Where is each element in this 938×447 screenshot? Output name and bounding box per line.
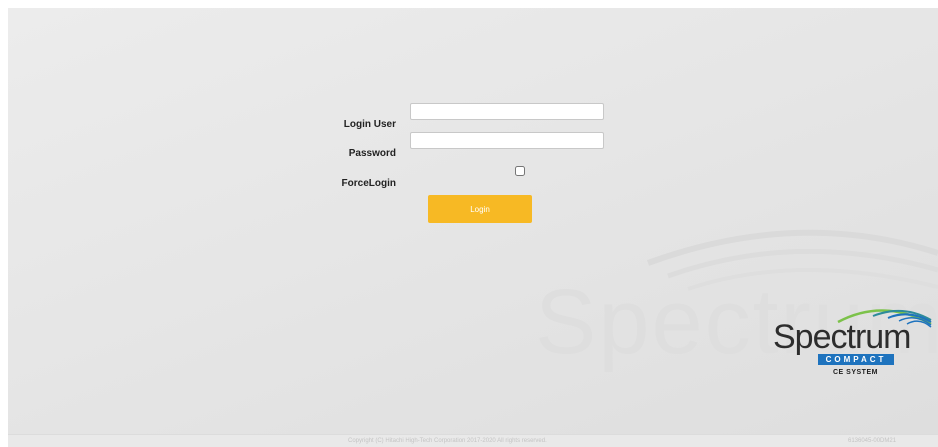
logo-word: Spectrum [773, 318, 911, 356]
spectrum-logo: Spectrum COMPACT CE SYSTEM [773, 300, 933, 410]
login-panel: Spectrum Login User Password ForceLogin … [8, 8, 938, 434]
logo-ce-system: CE SYSTEM [833, 369, 878, 376]
login-user-label: Login User [343, 119, 396, 130]
copyright-text: Copyright (C) Hitachi High-Tech Corporat… [348, 438, 547, 444]
password-input[interactable] [410, 132, 604, 149]
logo-compact-badge: COMPACT [818, 354, 894, 365]
force-login-label: ForceLogin [341, 178, 396, 189]
login-user-input[interactable] [410, 103, 604, 120]
footer: Copyright (C) Hitachi High-Tech Corporat… [8, 434, 938, 447]
force-login-checkbox[interactable] [515, 166, 525, 176]
login-button[interactable]: Login [428, 195, 532, 223]
version-text: 6136045-00DM21 [848, 438, 897, 444]
password-label: Password [348, 148, 396, 159]
